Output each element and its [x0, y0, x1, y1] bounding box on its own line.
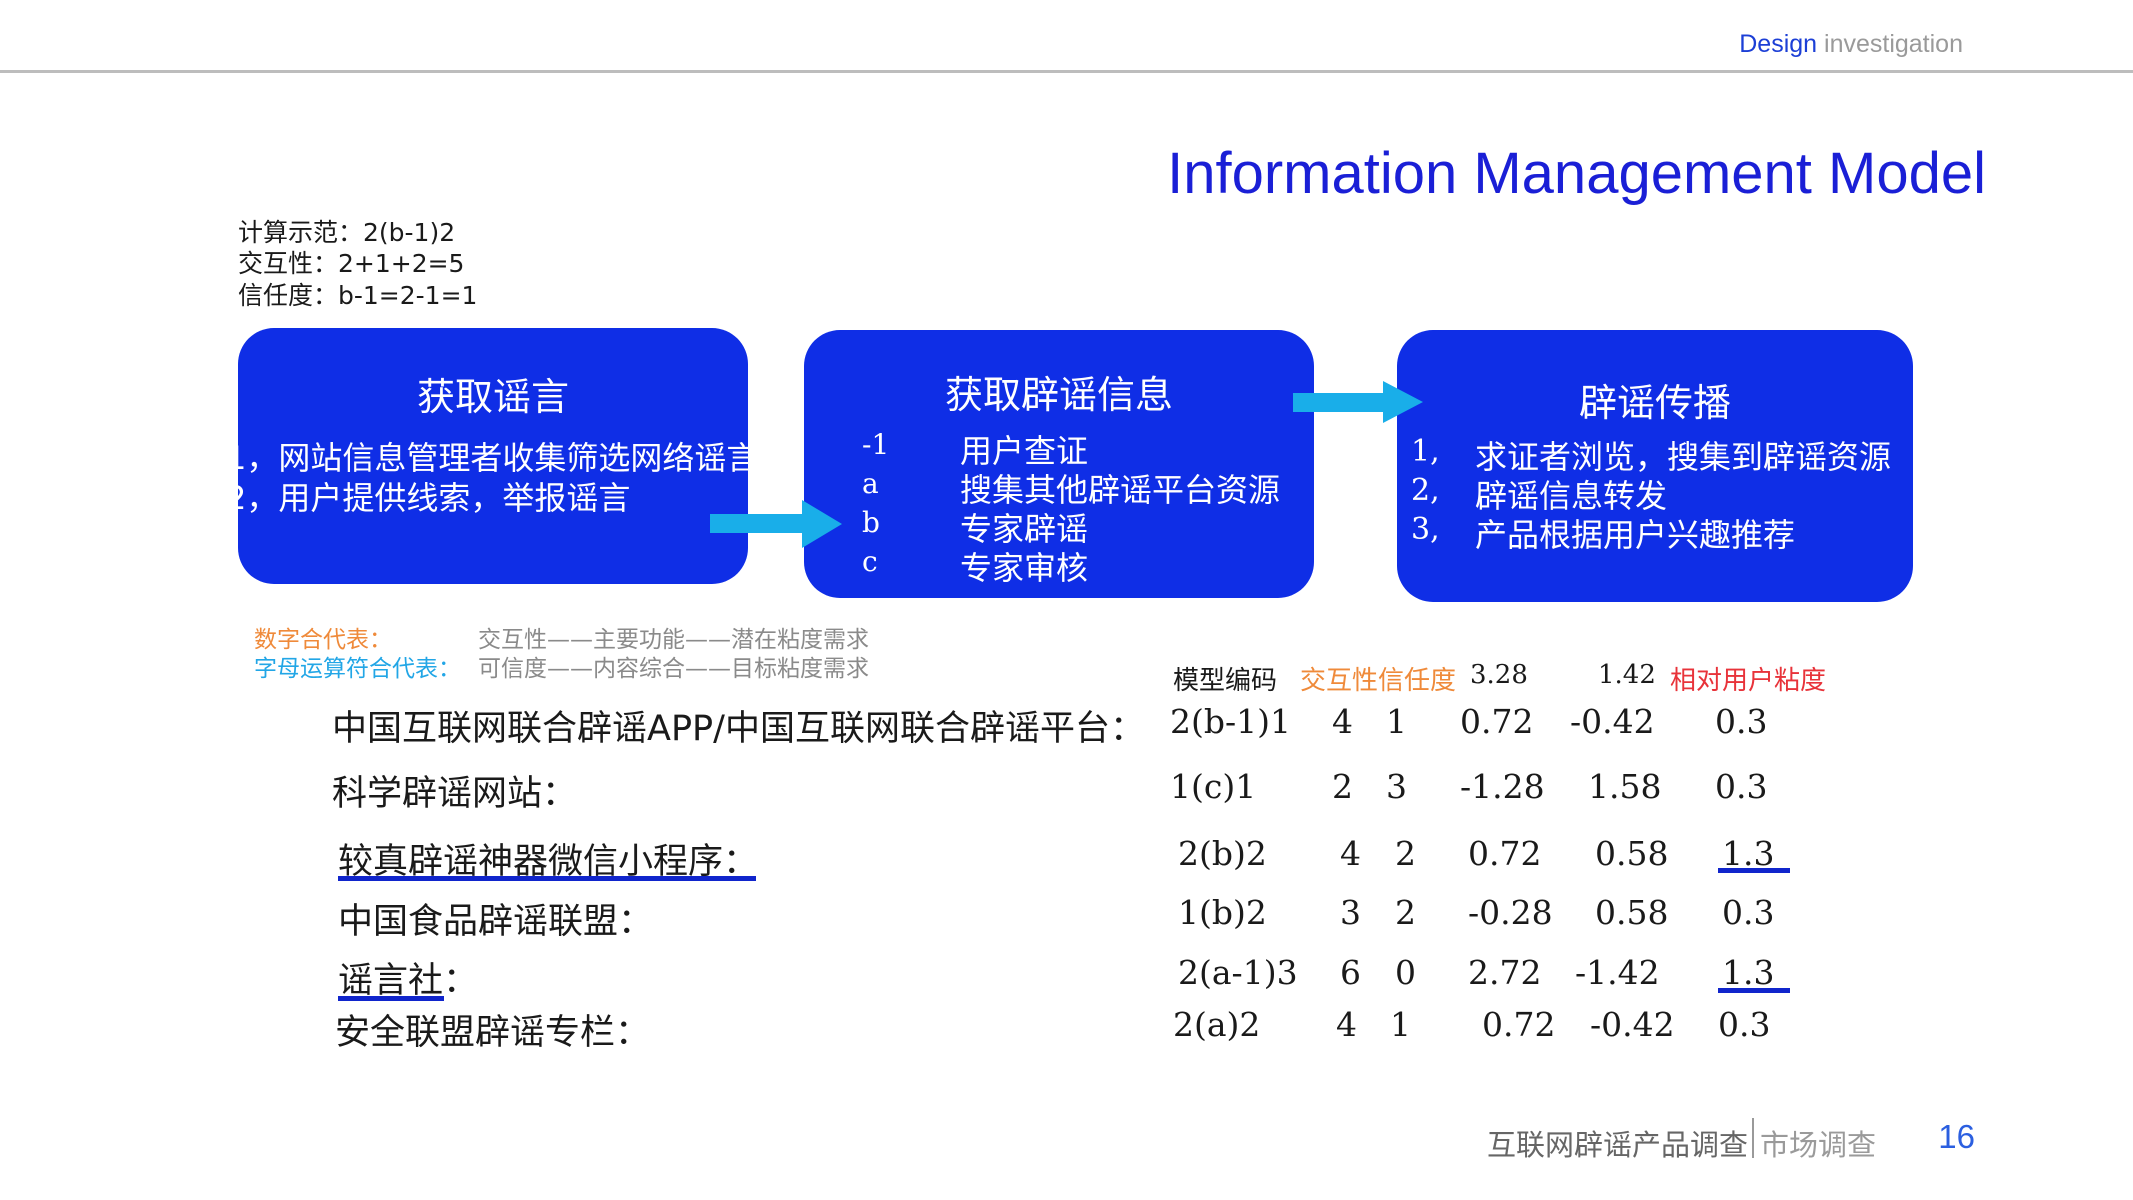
slide-title: Information Management Model: [1167, 141, 1986, 206]
cell-interactivity: 4: [1340, 834, 1361, 873]
header-stickiness: 相对用户粘度: [1670, 666, 1827, 696]
cell-interactivity: 6: [1340, 953, 1361, 992]
cell-underline: [1718, 988, 1790, 993]
cell-trust: 0: [1395, 953, 1416, 992]
cell-delta-1: -0.28: [1468, 893, 1553, 932]
cell-code: 1(b)2: [1178, 893, 1267, 932]
cell-code: 2(b)2: [1178, 834, 1267, 873]
box-item-text: 产品根据用户兴趣推荐: [1475, 516, 1796, 554]
box-item-marker: 2，: [238, 479, 279, 517]
footer-subsection: 市场调查: [1760, 1128, 1877, 1162]
page-number: 16: [1938, 1118, 1975, 1155]
footer-section: 互联网辟谣产品调查: [1486, 1128, 1748, 1162]
cell-code: 2(a)2: [1173, 1005, 1261, 1044]
box-item-marker: c: [862, 545, 878, 578]
legend-letters-desc: 可信度——内容综合——目标粘度需求: [478, 656, 869, 682]
box-title: 获取谣言: [416, 375, 569, 419]
cell-trust: 3: [1386, 767, 1407, 806]
box-title: 辟谣传播: [1578, 381, 1731, 425]
cell-delta-1: 0.72: [1482, 1005, 1556, 1044]
cell-trust: 1: [1386, 702, 1407, 741]
header-value-2: 1.42: [1598, 660, 1656, 690]
box-item-marker: 2,: [1411, 473, 1440, 508]
row-name: 中国食品辟谣联盟：: [338, 902, 654, 942]
cell-delta-1: -1.28: [1460, 767, 1545, 806]
cell-interactivity: 4: [1336, 1005, 1357, 1044]
box-title: 获取辟谣信息: [944, 373, 1173, 417]
cell-code: 2(a-1)3: [1178, 953, 1298, 992]
header-interact-trust: 交互性信任度: [1300, 666, 1457, 696]
row-name: 安全联盟辟谣专栏：: [335, 1013, 651, 1053]
cell-trust: 2: [1395, 893, 1416, 932]
cell-delta-2: -1.42: [1575, 953, 1660, 992]
process-box-acquire-debunk-info: 获取辟谣信息 -1 用户查证 a 搜集其他辟谣平台资源 b 专家辟谣 c 专家审…: [804, 330, 1314, 598]
footer-divider: [1752, 1118, 1754, 1158]
cell-delta-2: -0.42: [1590, 1005, 1675, 1044]
header-tag-word1: Design: [1739, 30, 1818, 58]
box-item: 2，用户提供线索，举报谣言: [238, 473, 630, 519]
cell-stickiness: 0.3: [1722, 893, 1775, 932]
cell-code: 1(c)1: [1170, 767, 1257, 806]
arrow-right-icon: [710, 500, 842, 548]
cell-delta-2: 1.58: [1588, 767, 1662, 806]
process-box-debunk-spread: 辟谣传播 1, 求证者浏览，搜集到辟谣资源 2, 辟谣信息转发 3, 产品根据用…: [1397, 330, 1913, 602]
header-divider: [0, 70, 2133, 73]
row-name: 中国互联网联合辟谣APP/中国互联网联合辟谣平台：: [332, 709, 1145, 749]
process-box-acquire-rumor: 获取谣言 1，网站信息管理者收集筛选网络谣言 2，用户提供线索，举报谣言: [238, 328, 748, 584]
cell-delta-1: 0.72: [1460, 702, 1534, 741]
box-item-marker: -1: [862, 428, 890, 461]
box-item-marker: 1,: [1411, 434, 1440, 469]
header-tag-word2: investigation: [1817, 30, 1963, 58]
cell-interactivity: 2: [1332, 767, 1353, 806]
cell-interactivity: 4: [1332, 702, 1353, 741]
cell-delta-1: 0.72: [1468, 834, 1542, 873]
calc-trust: 信任度：b-1=2-1=1: [238, 281, 478, 310]
row-underline: [338, 996, 444, 1001]
box-item-marker: b: [862, 506, 880, 539]
header-tag: Design investigation: [1739, 30, 1963, 59]
cell-trust: 1: [1390, 1005, 1411, 1044]
cell-delta-2: 0.58: [1595, 834, 1669, 873]
cell-delta-2: 0.58: [1595, 893, 1669, 932]
legend-letters-label: 字母运算符合代表：: [254, 656, 461, 682]
box-item-marker: 3,: [1411, 512, 1440, 547]
cell-stickiness: 0.3: [1715, 702, 1768, 741]
cell-interactivity: 3: [1340, 893, 1361, 932]
box-item-marker: a: [862, 467, 879, 500]
header-model-code: 模型编码: [1173, 666, 1278, 696]
cell-trust: 2: [1395, 834, 1416, 873]
cell-stickiness: 1.3: [1722, 953, 1775, 992]
box-item-text: 网站信息管理者收集筛选网络谣言: [278, 439, 748, 477]
cell-underline: [1718, 868, 1790, 873]
row-name: 科学辟谣网站：: [332, 774, 578, 814]
box-item-marker: 1，: [238, 439, 279, 477]
cell-code: 2(b-1)1: [1170, 702, 1292, 741]
cell-stickiness: 0.3: [1718, 1005, 1771, 1044]
row-underline: [338, 876, 756, 881]
cell-stickiness: 0.3: [1715, 767, 1768, 806]
box-item-text: 专家审核: [960, 549, 1089, 587]
cell-delta-2: -0.42: [1570, 702, 1655, 741]
box-item-text: 用户提供线索，举报谣言: [278, 479, 631, 517]
calc-interactivity: 交互性：2+1+2=5: [238, 249, 465, 278]
header-value-1: 3.28: [1470, 660, 1528, 690]
cell-delta-1: 2.72: [1468, 953, 1542, 992]
arrow-right-icon: [1293, 381, 1423, 423]
